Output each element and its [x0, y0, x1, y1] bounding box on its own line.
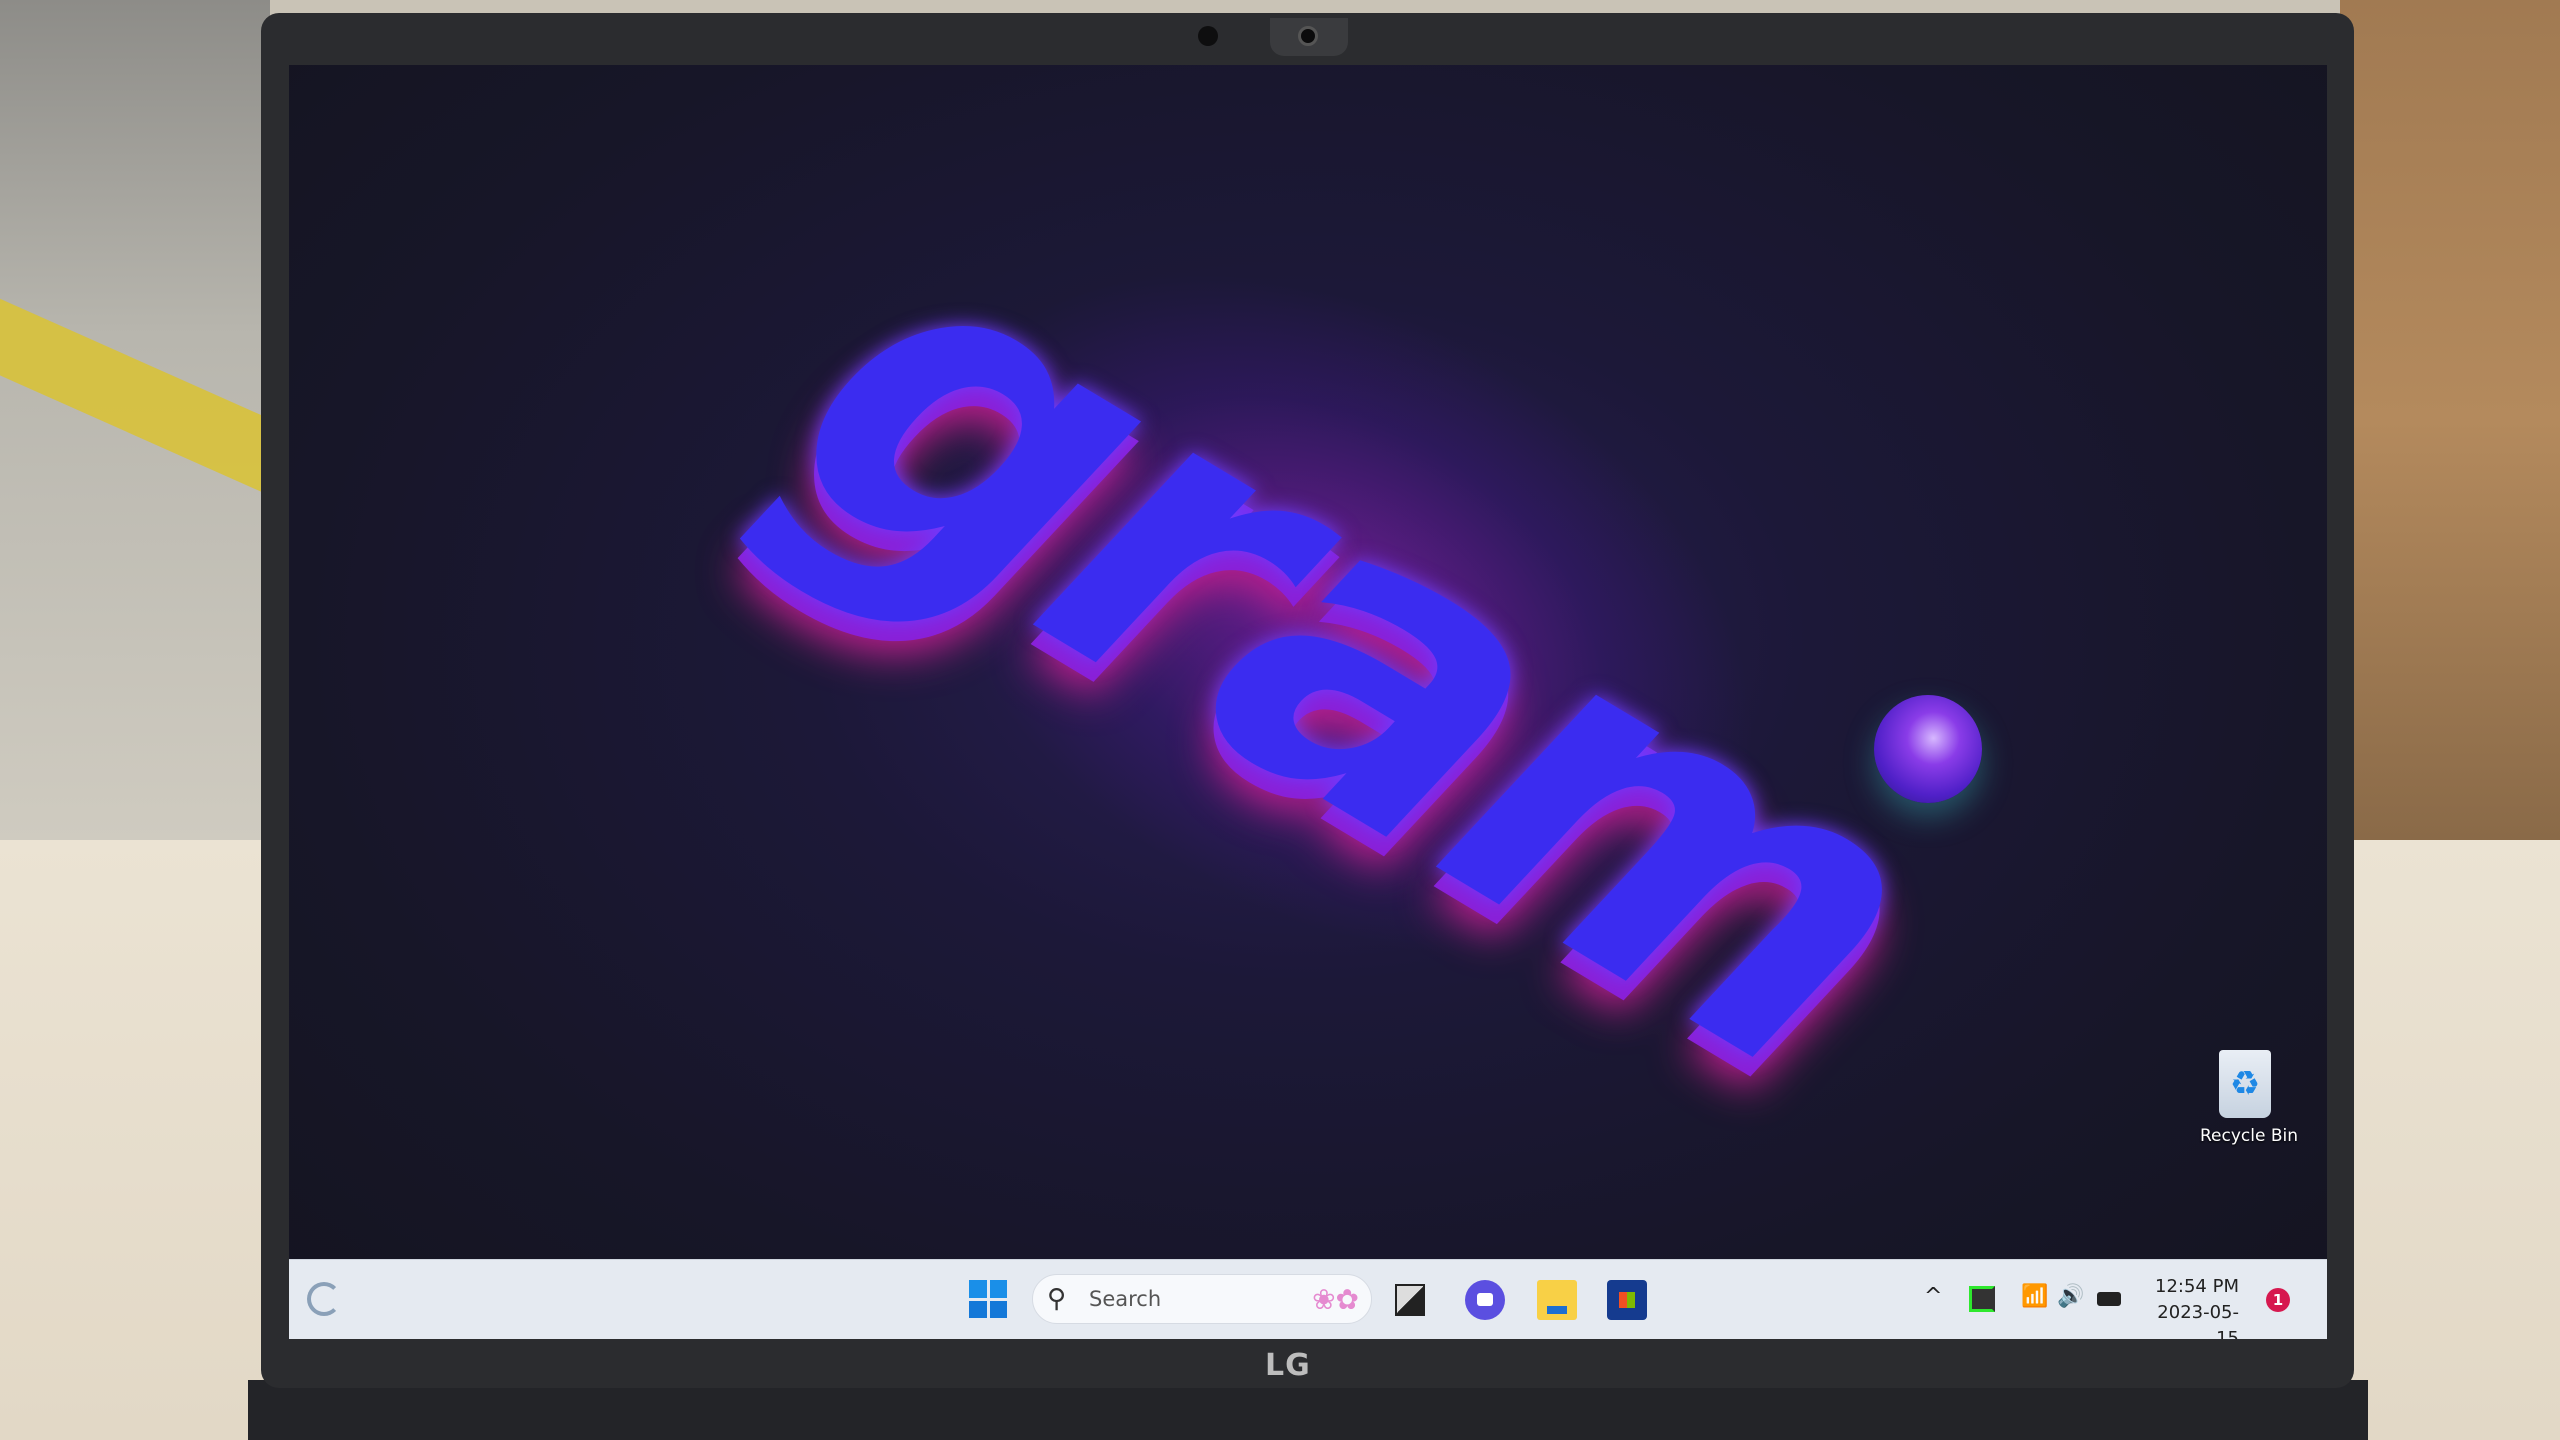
teams-chat-icon[interactable] [1465, 1280, 1505, 1320]
widgets-icon[interactable] [307, 1282, 341, 1316]
microsoft-store-icon[interactable] [1607, 1280, 1647, 1320]
show-hidden-icons-chevron[interactable]: ^ [1924, 1284, 1942, 1309]
wallpaper-sphere [1874, 695, 1982, 803]
tray-app-icon[interactable] [1969, 1286, 1995, 1312]
desktop-icon-recycle-bin[interactable]: ♻ Recycle Bin [2200, 1050, 2299, 1146]
wifi-icon[interactable]: 📶 [2021, 1284, 2048, 1309]
file-explorer-icon[interactable] [1537, 1280, 1577, 1320]
search-icon: ⚲ [1047, 1284, 1067, 1314]
webcam [1298, 26, 1318, 46]
taskbar: ⚲ Search ❀✿ ^ 📶 🔊 12:54 PM 2023-05-15 1 [289, 1259, 2327, 1339]
battery-icon[interactable] [2097, 1292, 2121, 1306]
recycle-bin-icon: ♻ [2219, 1050, 2271, 1118]
desktop-screen: gram ♻ Recycle Bin ⚲ Search ❀✿ ^ 📶 🔊 12:… [289, 65, 2327, 1339]
search-placeholder: Search [1089, 1287, 1162, 1311]
search-box[interactable]: ⚲ Search ❀✿ [1032, 1274, 1372, 1324]
clock-time: 12:54 PM [2155, 1276, 2239, 1297]
task-view-icon[interactable] [1395, 1284, 1425, 1316]
background-boxes [2340, 0, 2560, 840]
laptop-base [248, 1380, 2368, 1440]
start-icon[interactable] [969, 1280, 1007, 1318]
search-highlight-icon: ❀✿ [1312, 1283, 1359, 1316]
volume-icon[interactable]: 🔊 [2057, 1284, 2084, 1309]
clock-date: 2023-05-15 [2157, 1302, 2239, 1339]
clock[interactable]: 12:54 PM 2023-05-15 [2139, 1274, 2239, 1339]
notification-badge[interactable]: 1 [2266, 1288, 2290, 1312]
ir-sensor [1198, 26, 1218, 46]
desktop-icon-label: Recycle Bin [2200, 1126, 2299, 1146]
brand-logo: LG [1265, 1348, 1311, 1383]
